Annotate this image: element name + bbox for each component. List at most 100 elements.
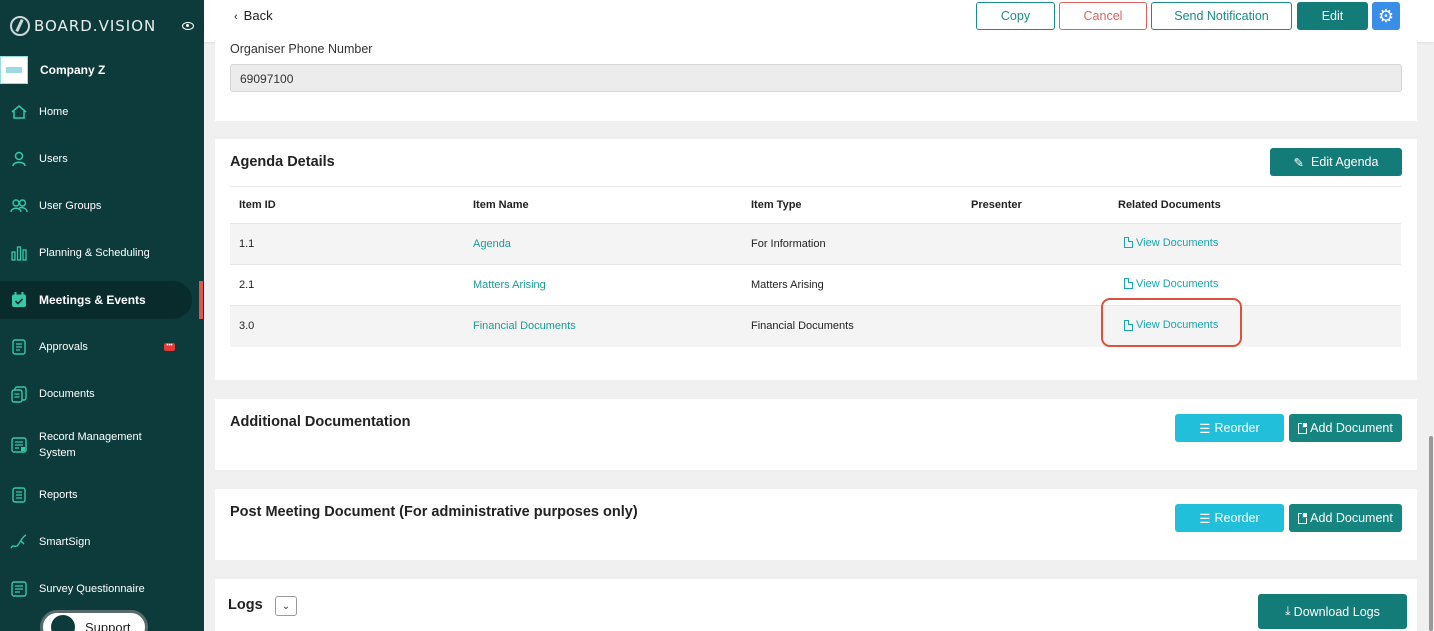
back-label: Back xyxy=(243,8,273,23)
document-icon xyxy=(1124,237,1133,249)
active-indicator xyxy=(199,281,203,319)
gear-icon[interactable]: ⚙ xyxy=(1372,2,1400,30)
presenter-cell xyxy=(962,223,1109,265)
sidebar-item-label: Users xyxy=(39,153,68,165)
sidebar-item-label: SmartSign xyxy=(39,536,91,548)
download-icon: ⤓ xyxy=(1285,604,1291,618)
item-id-cell: 3.0 xyxy=(230,305,464,347)
add-document-button[interactable]: Add Document xyxy=(1289,504,1402,532)
sidebar-item-documents[interactable]: Documents xyxy=(0,375,192,413)
calendar-icon xyxy=(10,291,28,309)
board-vision-logo-icon xyxy=(10,16,30,36)
item-type-cell: Financial Documents xyxy=(742,305,962,347)
sidebar-item-label: Planning & Scheduling xyxy=(39,247,150,259)
download-logs-button[interactable]: ⤓ Download Logs xyxy=(1258,594,1407,629)
view-documents-link[interactable]: View Documents xyxy=(1124,237,1218,249)
survey-icon xyxy=(10,580,28,598)
copy-button[interactable]: Copy xyxy=(976,2,1055,30)
logs-panel: Logs ⌄ ⤓ Download Logs xyxy=(215,579,1417,631)
edit-agenda-button[interactable]: ✎ Edit Agenda xyxy=(1270,148,1402,176)
company-name: Company Z xyxy=(40,63,106,77)
sidebar-item-label: Meetings & Events xyxy=(39,293,146,307)
organiser-phone-label: Organiser Phone Number xyxy=(230,42,373,56)
add-document-label: Add Document xyxy=(1310,511,1393,525)
sidebar-item-label: User Groups xyxy=(39,200,102,212)
organiser-phone-field[interactable]: 69097100 xyxy=(230,64,1402,92)
presenter-cell xyxy=(962,305,1109,347)
item-id-cell: 1.1 xyxy=(230,223,464,265)
chevron-down-icon[interactable]: ⌄ xyxy=(275,596,297,616)
list-icon: ☰ xyxy=(1199,511,1211,526)
sidebar-item-label: Approvals xyxy=(39,341,88,353)
document-icon xyxy=(1298,422,1308,434)
item-name-link[interactable]: Matters Arising xyxy=(473,279,546,291)
back-link[interactable]: ‹ Back xyxy=(234,8,273,23)
presenter-cell xyxy=(962,264,1109,306)
notification-badge: ••• xyxy=(164,343,175,351)
sidebar-item-smartsign[interactable]: SmartSign xyxy=(0,523,192,561)
company-logo xyxy=(0,56,28,84)
sidebar-item-reports[interactable]: Reports xyxy=(0,476,192,514)
reorder-label: Reorder xyxy=(1214,421,1260,435)
column-header-presenter: Presenter xyxy=(962,186,1109,224)
top-toolbar: ‹ Back Copy Cancel Send Notification Edit… xyxy=(204,0,1434,42)
sidebar-item-home[interactable]: Home xyxy=(0,93,192,131)
post-meeting-panel: Post Meeting Document (For administrativ… xyxy=(215,489,1417,560)
user-icon xyxy=(10,150,28,168)
users-icon xyxy=(10,197,28,215)
brand: BOARD.VISION xyxy=(10,16,194,36)
company-switcher[interactable]: Company Z xyxy=(0,56,105,84)
records-icon xyxy=(10,436,28,454)
additional-documentation-panel: Additional Documentation ☰ Reorder Add Do… xyxy=(215,399,1417,470)
sidebar-item-approvals[interactable]: Approvals ••• xyxy=(0,328,192,366)
item-name-link[interactable]: Agenda xyxy=(473,238,511,250)
view-documents-label: View Documents xyxy=(1136,277,1219,290)
sidebar: BOARD.VISION Company Z Home Users User G… xyxy=(0,0,204,631)
home-icon xyxy=(10,103,28,121)
sidebar-item-meetings-events[interactable]: Meetings & Events xyxy=(0,281,192,319)
highlight-box xyxy=(1101,298,1242,347)
sidebar-item-label: Record Management System xyxy=(39,431,142,459)
chart-icon xyxy=(10,244,28,262)
edit-button[interactable]: Edit xyxy=(1297,2,1368,30)
sidebar-item-label: Home xyxy=(39,106,69,118)
agenda-title: Agenda Details xyxy=(230,154,335,170)
edit-agenda-label: Edit Agenda xyxy=(1311,155,1379,169)
additional-documentation-title: Additional Documentation xyxy=(230,414,411,430)
list-icon: ☰ xyxy=(1199,421,1211,436)
reorder-button[interactable]: ☰ Reorder xyxy=(1175,504,1284,532)
pencil-icon: ✎ xyxy=(1293,155,1305,170)
sidebar-item-label: Survey Questionnaire xyxy=(39,583,145,595)
sidebar-item-label: Reports xyxy=(39,489,78,501)
sidebar-item-planning-scheduling[interactable]: Planning & Scheduling xyxy=(0,234,192,272)
sidebar-item-user-groups[interactable]: User Groups xyxy=(0,187,192,225)
add-document-label: Add Document xyxy=(1310,421,1393,435)
signature-icon xyxy=(10,533,28,551)
view-documents-label: View Documents xyxy=(1136,236,1219,249)
reports-icon xyxy=(10,486,28,504)
organiser-panel: Organiser Phone Number 69097100 xyxy=(215,42,1417,121)
send-notification-button[interactable]: Send Notification xyxy=(1151,2,1292,30)
add-document-button[interactable]: Add Document xyxy=(1289,414,1402,442)
scrollbar[interactable] xyxy=(1429,436,1433,631)
item-id-cell: 2.1 xyxy=(230,264,464,306)
sidebar-item-record-management[interactable]: Record Management System xyxy=(0,422,192,468)
column-header-item-id: Item ID xyxy=(230,186,464,224)
view-documents-link[interactable]: View Documents xyxy=(1124,278,1218,290)
logs-title: Logs xyxy=(228,597,263,613)
table-row: 1.1 Agenda For Information View Document… xyxy=(230,223,1401,265)
item-name-link[interactable]: Financial Documents xyxy=(473,320,576,332)
visibility-toggle-icon[interactable] xyxy=(182,22,194,30)
document-icon xyxy=(1298,512,1308,524)
cancel-button[interactable]: Cancel xyxy=(1059,2,1147,30)
sidebar-item-users[interactable]: Users xyxy=(0,140,192,178)
sidebar-item-survey-questionnaire[interactable]: Survey Questionnaire xyxy=(0,570,192,608)
chevron-left-icon: ‹ xyxy=(234,11,238,23)
support-button[interactable]: Support xyxy=(40,610,148,631)
item-type-cell: For Information xyxy=(742,223,962,265)
reorder-button[interactable]: ☰ Reorder xyxy=(1175,414,1284,442)
support-label: Support xyxy=(85,619,131,631)
documents-icon xyxy=(10,385,28,403)
column-header-item-name: Item Name xyxy=(464,186,742,224)
brand-name: BOARD.VISION xyxy=(34,17,157,35)
